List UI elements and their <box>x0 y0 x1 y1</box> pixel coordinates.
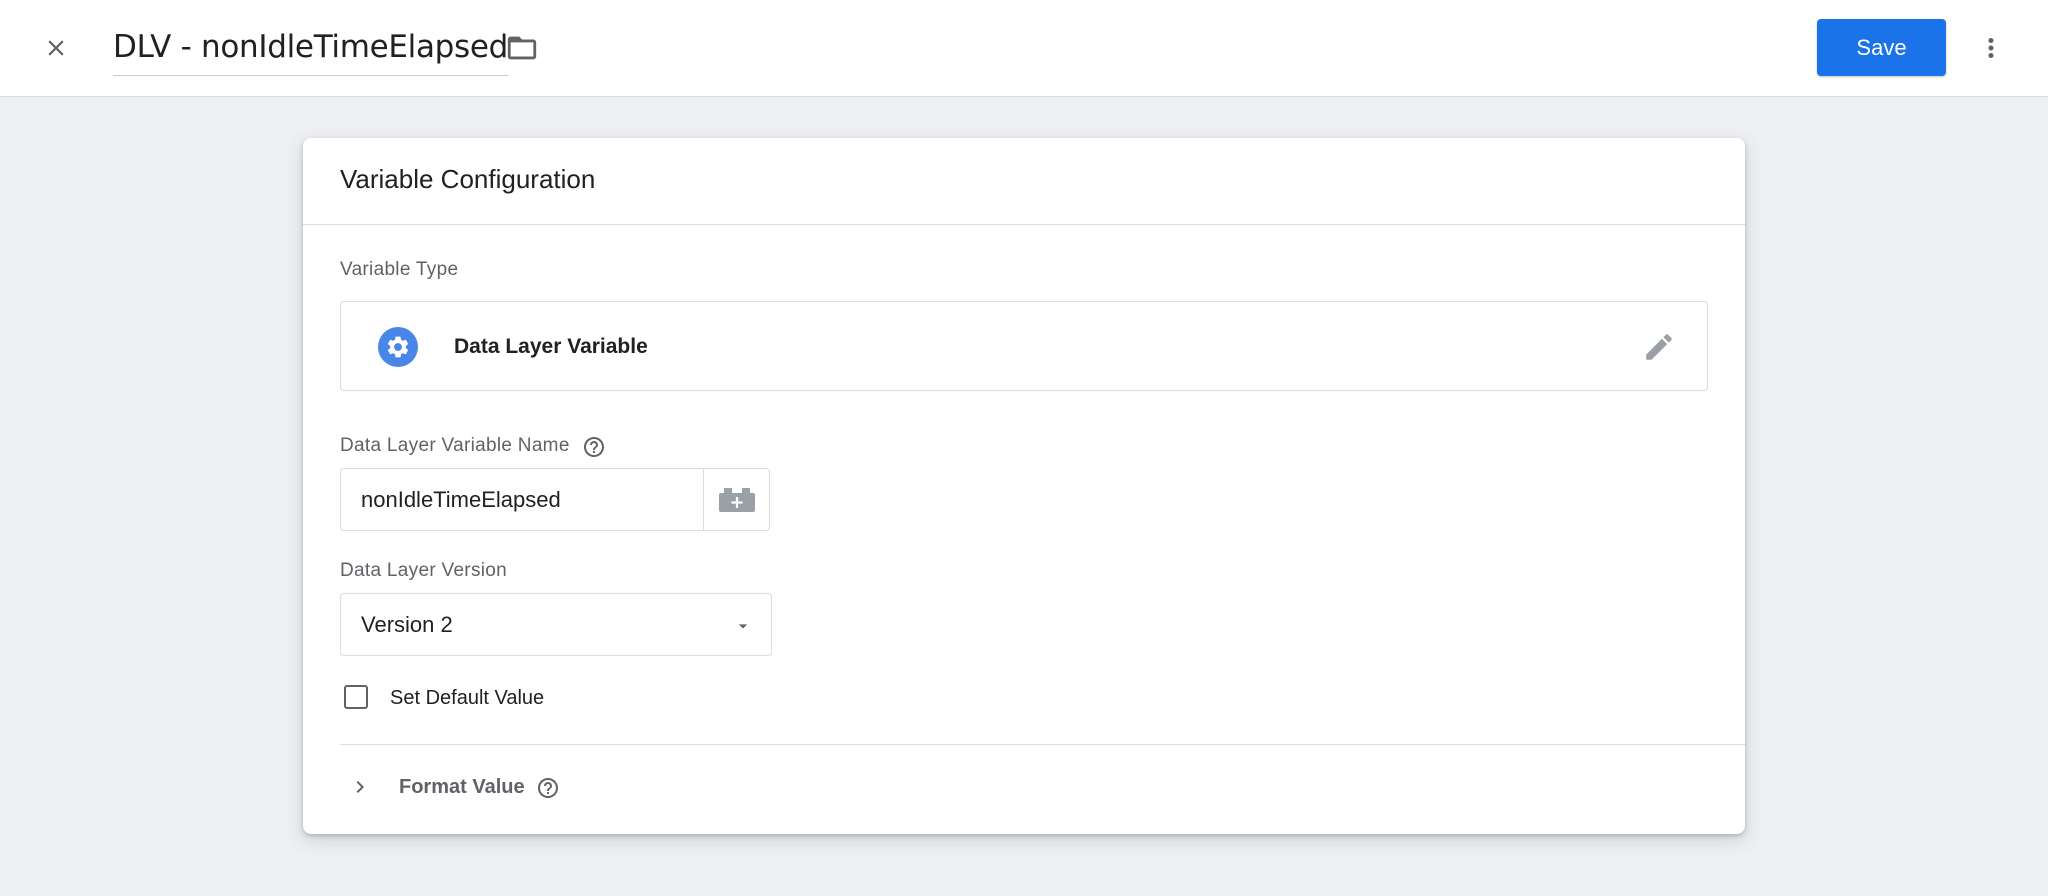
dlv-name-label: Data Layer Variable Name <box>340 435 570 456</box>
edit-variable-type-button[interactable] <box>1641 329 1677 365</box>
pencil-icon <box>1646 334 1672 360</box>
more-vert-icon <box>1988 38 1994 58</box>
gear-icon <box>387 336 409 358</box>
default-value-checkbox[interactable] <box>344 685 368 709</box>
variable-name-field[interactable]: DLV - nonIdleTimeElapsed <box>113 22 508 76</box>
dl-version-select[interactable]: Version 2 <box>340 593 772 656</box>
card-header: Variable Configuration <box>303 138 1745 225</box>
variable-type-name: Data Layer Variable <box>454 335 648 358</box>
folder-button[interactable] <box>500 28 544 68</box>
help-icon <box>584 437 604 457</box>
editor-header: DLV - nonIdleTimeElapsed Save <box>0 0 2048 97</box>
dlv-name-input[interactable] <box>341 469 703 530</box>
caret-down-icon <box>738 624 748 629</box>
folder-icon <box>507 36 537 60</box>
variable-type-label: Variable Type <box>340 259 459 280</box>
variable-picker-icon <box>718 487 755 512</box>
dlv-name-field <box>340 468 770 531</box>
default-value-label[interactable]: Set Default Value <box>390 687 544 710</box>
insert-variable-button[interactable] <box>703 469 769 530</box>
dl-version-selected: Version 2 <box>361 612 453 637</box>
page-title[interactable]: DLV - nonIdleTimeElapsed <box>113 22 508 72</box>
help-icon <box>538 778 558 798</box>
variable-configuration-card: Variable Configuration Variable Type Dat… <box>303 138 1745 834</box>
format-value-label: Format Value <box>399 776 525 798</box>
close-icon <box>48 40 64 56</box>
format-value-toggle[interactable]: Format Value <box>340 760 740 816</box>
dlv-name-help-button[interactable] <box>582 435 606 459</box>
more-options-button[interactable] <box>1970 26 2012 70</box>
section-divider <box>340 744 1745 745</box>
close-button[interactable] <box>36 28 76 68</box>
variable-type-badge <box>378 327 418 367</box>
variable-type-selector[interactable]: Data Layer Variable <box>340 301 1708 391</box>
card-title: Variable Configuration <box>340 164 596 194</box>
save-button[interactable]: Save <box>1817 19 1946 76</box>
format-value-help-button[interactable] <box>536 776 560 800</box>
chevron-right-icon <box>356 781 364 793</box>
dl-version-label: Data Layer Version <box>340 560 507 581</box>
